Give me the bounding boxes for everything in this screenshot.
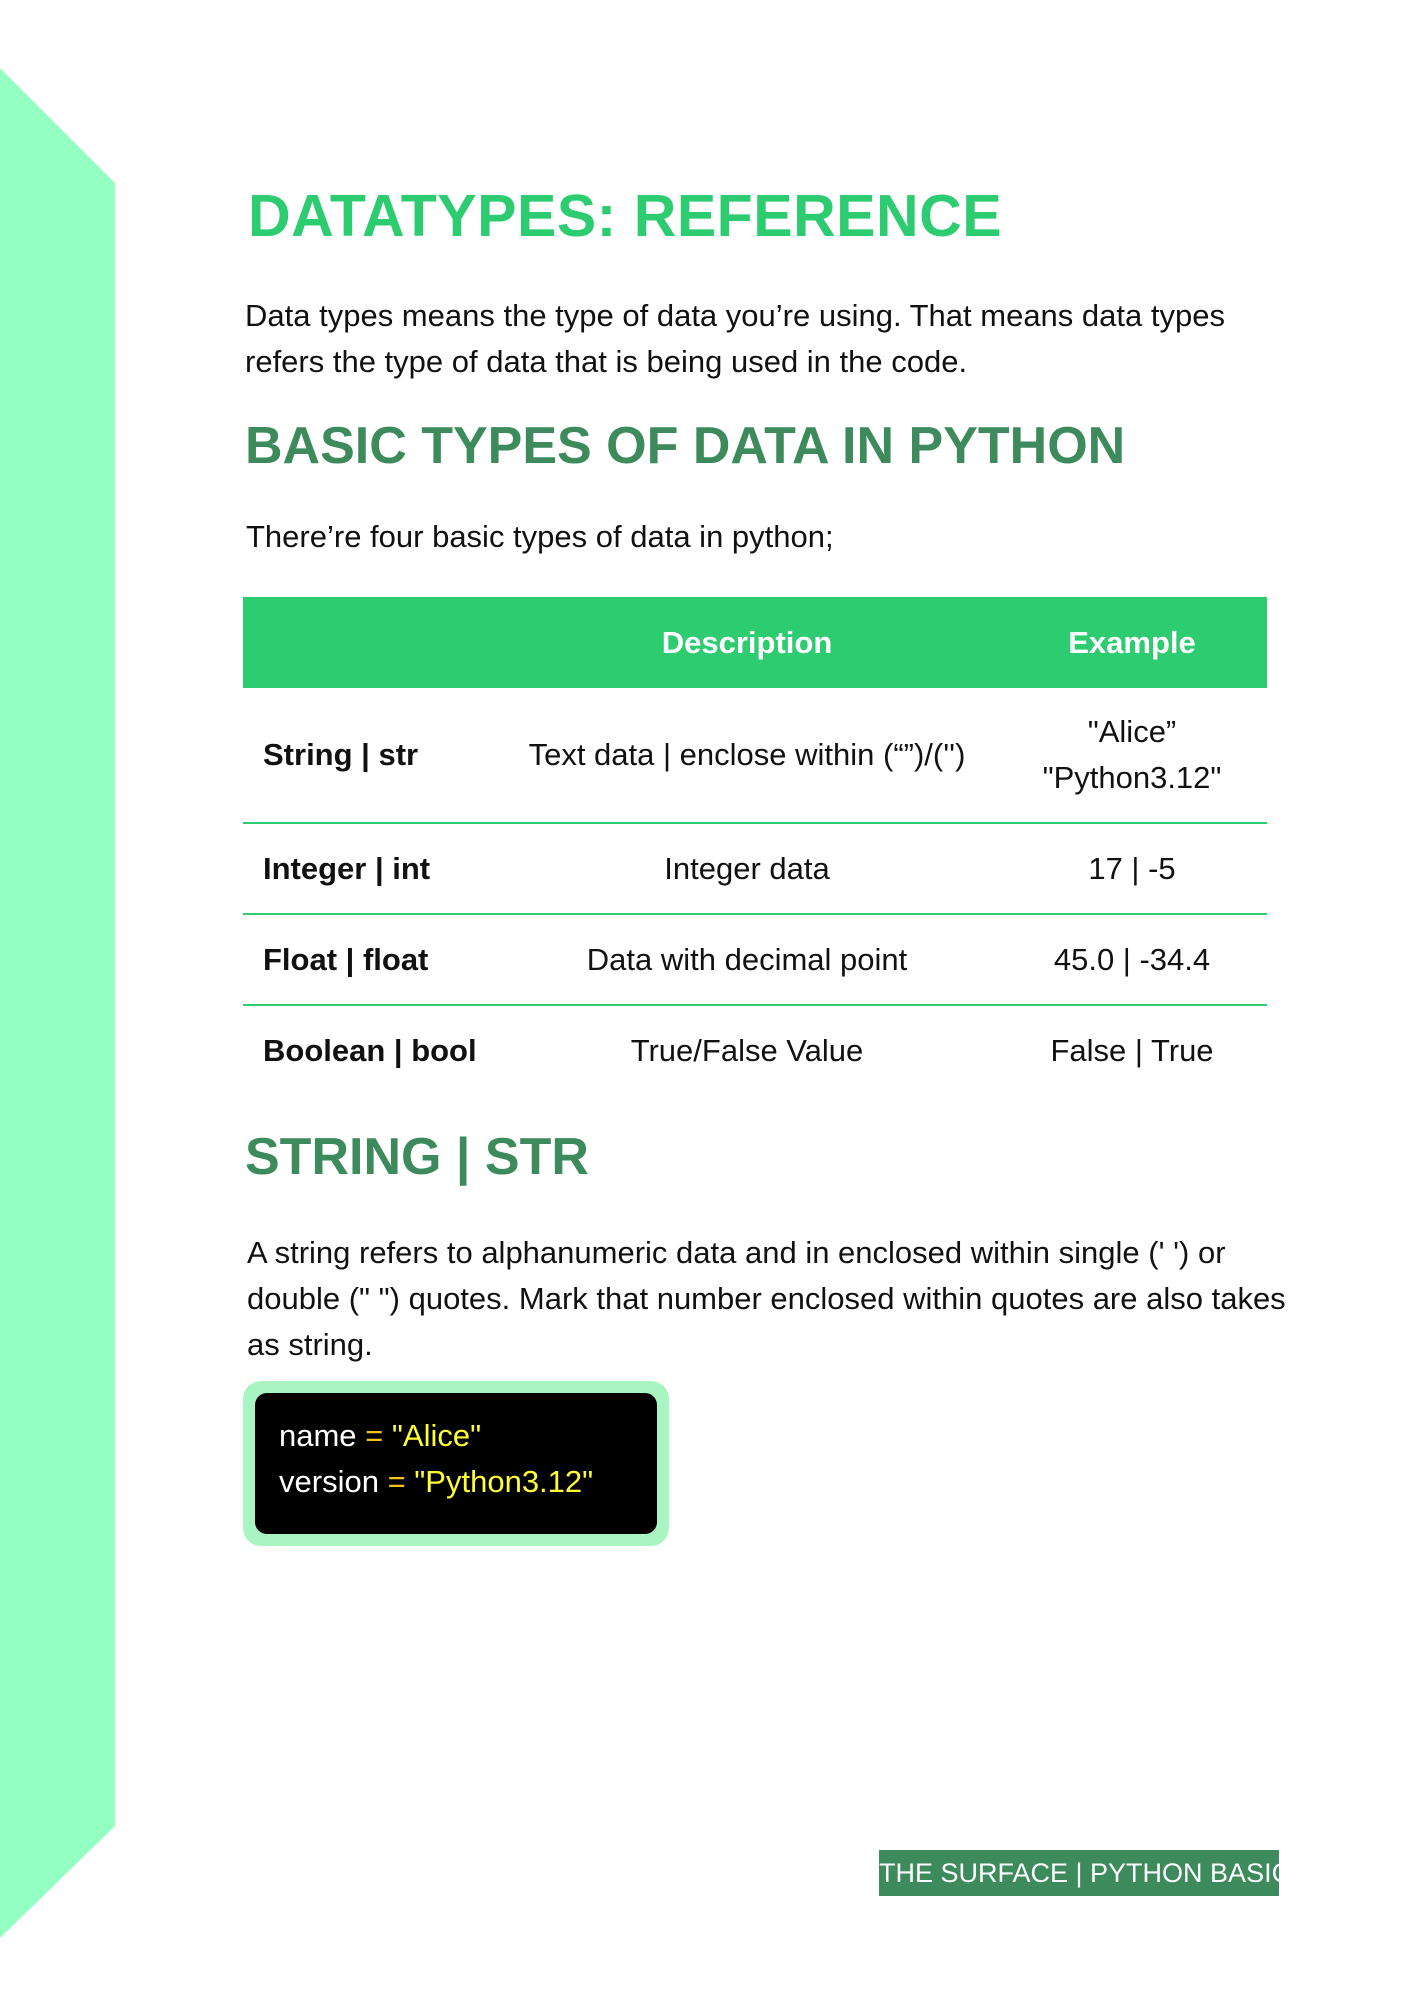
basic-types-lead: There’re four basic types of data in pyt… (246, 519, 834, 554)
type-description-cell: Data with decimal point (497, 914, 997, 1006)
page-title: DATATYPES: REFERENCE (248, 183, 1003, 249)
type-name-cell: Boolean | bool (263, 1032, 477, 1068)
string-section-paragraph: A string refers to alphanumeric data and… (247, 1235, 1286, 1362)
table-row: Float | float Data with decimal point 45… (243, 914, 1267, 1006)
data-types-table: Description Example String | str Text da… (243, 597, 1267, 1095)
code-example-frame: name = "Alice" version = "Python3.12" (243, 1381, 669, 1546)
footer-label: THE SURFACE | PYTHON BASICS (879, 1850, 1309, 1896)
intro-paragraph: Data types means the type of data you’re… (245, 298, 1225, 379)
header-type-cell (243, 597, 497, 688)
code-line: name = "Alice" (279, 1413, 657, 1459)
table-header-row: Description Example (243, 597, 1267, 688)
type-example-cell: "Alice” "Python3.12" (997, 688, 1267, 824)
code-operator: = (387, 1464, 406, 1499)
type-example-cell: False | True (1050, 1032, 1214, 1068)
type-description-cell: Text data | enclose within (“”)/('') (497, 688, 997, 824)
code-variable: version (279, 1464, 379, 1499)
code-string-value: "Python3.12" (414, 1464, 594, 1499)
decorative-side-band (0, 68, 115, 1938)
string-section-heading: STRING | STR (245, 1128, 589, 1186)
basic-types-heading: BASIC TYPES OF DATA IN PYTHON (245, 417, 1126, 475)
type-name-cell: String | str (243, 688, 497, 824)
code-line: version = "Python3.12" (279, 1459, 657, 1505)
type-description-cell: True/False Value (630, 1032, 864, 1068)
code-variable: name (279, 1418, 357, 1453)
table-row: Boolean | bool True/False Value False | … (243, 1005, 1267, 1095)
table-row: Integer | int Integer data 17 | -5 (243, 823, 1267, 915)
code-string-value: "Alice" (391, 1418, 482, 1453)
table-row: String | str Text data | enclose within … (243, 688, 1267, 824)
code-operator: = (365, 1418, 384, 1453)
type-example-cell: 17 | -5 (997, 823, 1267, 915)
type-name-cell: Float | float (243, 914, 497, 1006)
code-example-block: name = "Alice" version = "Python3.12" (255, 1393, 657, 1534)
side-band-shape (0, 68, 115, 1938)
type-name-cell: Integer | int (243, 823, 497, 915)
type-description-cell: Integer data (497, 823, 997, 915)
header-description-cell: Description (497, 597, 997, 688)
type-example-cell: 45.0 | -34.4 (997, 914, 1267, 1006)
header-example-cell: Example (997, 597, 1267, 688)
